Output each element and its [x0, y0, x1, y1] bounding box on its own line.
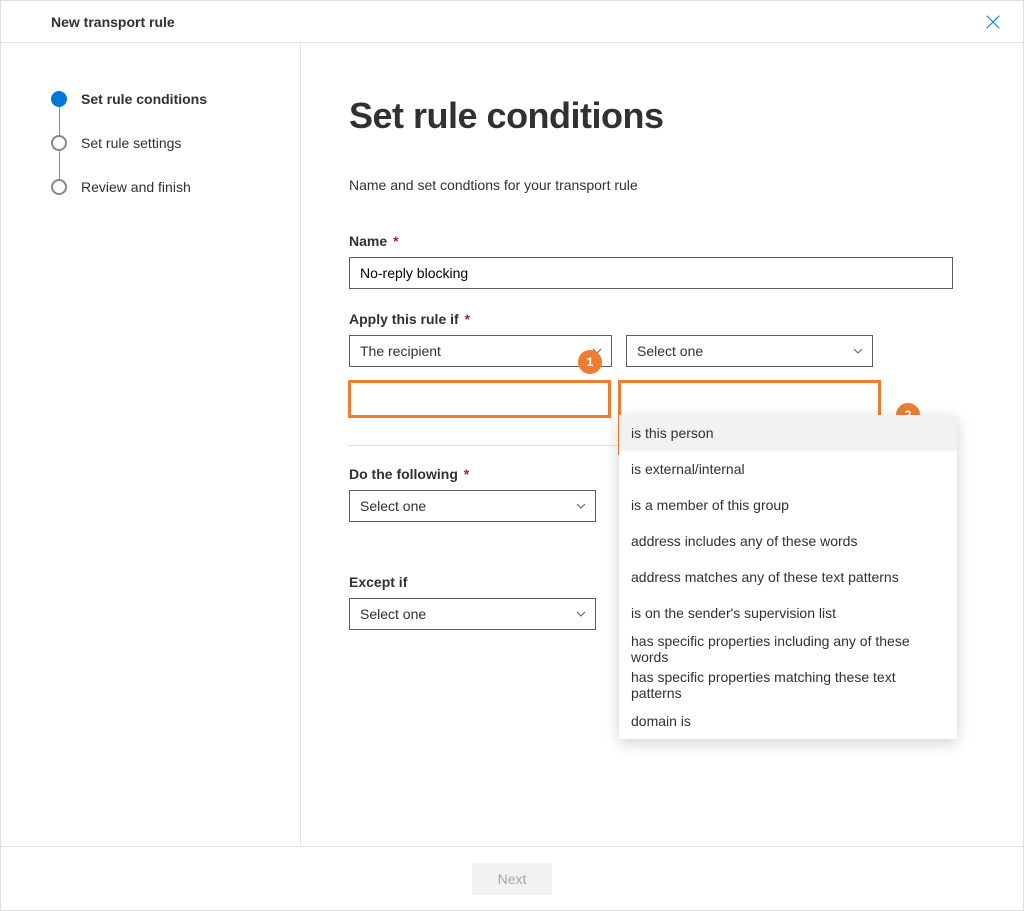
name-label: Name *	[349, 233, 963, 249]
step-review-and-finish[interactable]: Review and finish	[51, 179, 270, 195]
apply-rule-condition-select[interactable]: The recipient	[349, 335, 612, 367]
dropdown-option[interactable]: is external/internal	[619, 451, 957, 487]
chevron-down-icon	[852, 345, 864, 357]
step-label: Review and finish	[81, 179, 191, 195]
dropdown-option[interactable]: is on the sender's supervision list	[619, 595, 957, 631]
recipient-condition-dropdown: is this person is external/internal is a…	[619, 415, 957, 739]
select-value: Select one	[637, 343, 703, 359]
close-button[interactable]	[977, 6, 1009, 38]
close-icon	[985, 14, 1001, 30]
dropdown-option[interactable]: is this person	[619, 415, 957, 451]
required-asterisk: *	[389, 233, 398, 249]
step-set-rule-settings[interactable]: Set rule settings	[51, 135, 270, 151]
step-dot-icon	[51, 179, 67, 195]
dropdown-option[interactable]: is a member of this group	[619, 487, 957, 523]
dropdown-option[interactable]: address includes any of these words	[619, 523, 957, 559]
except-if-select[interactable]: Select one	[349, 598, 596, 630]
dropdown-option[interactable]: has specific properties including any of…	[619, 631, 957, 667]
step-dot-icon	[51, 135, 67, 151]
wizard-sidebar: Set rule conditions Set rule settings Re…	[1, 43, 301, 846]
step-dot-icon	[51, 91, 67, 107]
dialog-header: New transport rule	[1, 1, 1023, 43]
dropdown-option[interactable]: address matches any of these text patter…	[619, 559, 957, 595]
dialog-footer: Next	[1, 846, 1023, 910]
chevron-down-icon	[591, 345, 603, 357]
dropdown-option[interactable]: domain is	[619, 703, 957, 739]
page-subtitle: Name and set condtions for your transpor…	[349, 177, 963, 193]
page-heading: Set rule conditions	[349, 95, 963, 137]
required-asterisk: *	[460, 466, 469, 482]
step-label: Set rule conditions	[81, 91, 207, 107]
step-set-rule-conditions[interactable]: Set rule conditions	[51, 91, 270, 107]
select-value: The recipient	[360, 343, 441, 359]
dialog-title: New transport rule	[51, 14, 175, 30]
do-following-select[interactable]: Select one	[349, 490, 596, 522]
name-input[interactable]	[349, 257, 953, 289]
chevron-down-icon	[575, 500, 587, 512]
select-value: Select one	[360, 498, 426, 514]
next-button[interactable]: Next	[472, 863, 552, 895]
dropdown-option[interactable]: has specific properties matching these t…	[619, 667, 957, 703]
required-asterisk: *	[461, 311, 470, 327]
step-label: Set rule settings	[81, 135, 181, 151]
select-value: Select one	[360, 606, 426, 622]
apply-rule-label: Apply this rule if *	[349, 311, 963, 327]
apply-rule-value-select[interactable]: Select one	[626, 335, 873, 367]
chevron-down-icon	[575, 608, 587, 620]
